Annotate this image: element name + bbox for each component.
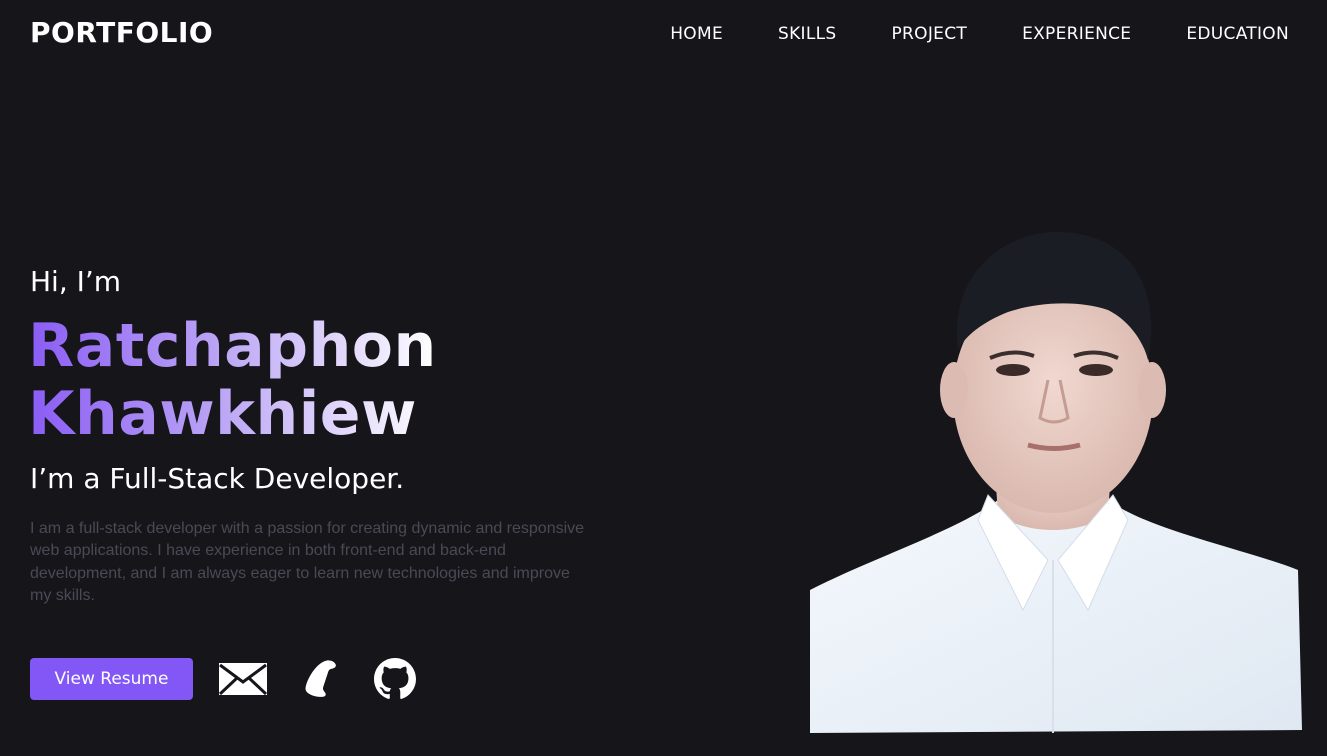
hero-first-name: Ratchaphon (28, 311, 437, 381)
nav-home[interactable]: HOME (670, 24, 723, 44)
nav-skills[interactable]: SKILLS (778, 24, 837, 44)
mail-icon[interactable] (219, 662, 267, 696)
main-nav: HOME SKILLS PROJECT EXPERIENCE EDUCATION (615, 24, 1289, 44)
hero-role: I’m a Full-Stack Developer. (30, 462, 405, 495)
hero-description: I am a full-stack developer with a passi… (30, 520, 585, 604)
nav-project[interactable]: PROJECT (892, 24, 968, 44)
profile-photo (810, 232, 1302, 733)
view-resume-button[interactable]: View Resume (30, 658, 193, 700)
hero-last-name: Khawkhiew (28, 380, 437, 448)
hero-name: Ratchaphon Khawkhiew (28, 312, 437, 448)
nav-education[interactable]: EDUCATION (1186, 24, 1289, 44)
portfolio-page: PORTFOLIO HOME SKILLS PROJECT EXPERIENCE… (0, 0, 1327, 756)
hero-actions: View Resume (30, 658, 416, 700)
site-logo[interactable]: PORTFOLIO (30, 16, 213, 49)
greeting: Hi, I’m (30, 265, 122, 298)
phone-icon[interactable] (300, 659, 340, 699)
nav-experience[interactable]: EXPERIENCE (1022, 24, 1131, 44)
github-icon[interactable] (374, 658, 416, 700)
